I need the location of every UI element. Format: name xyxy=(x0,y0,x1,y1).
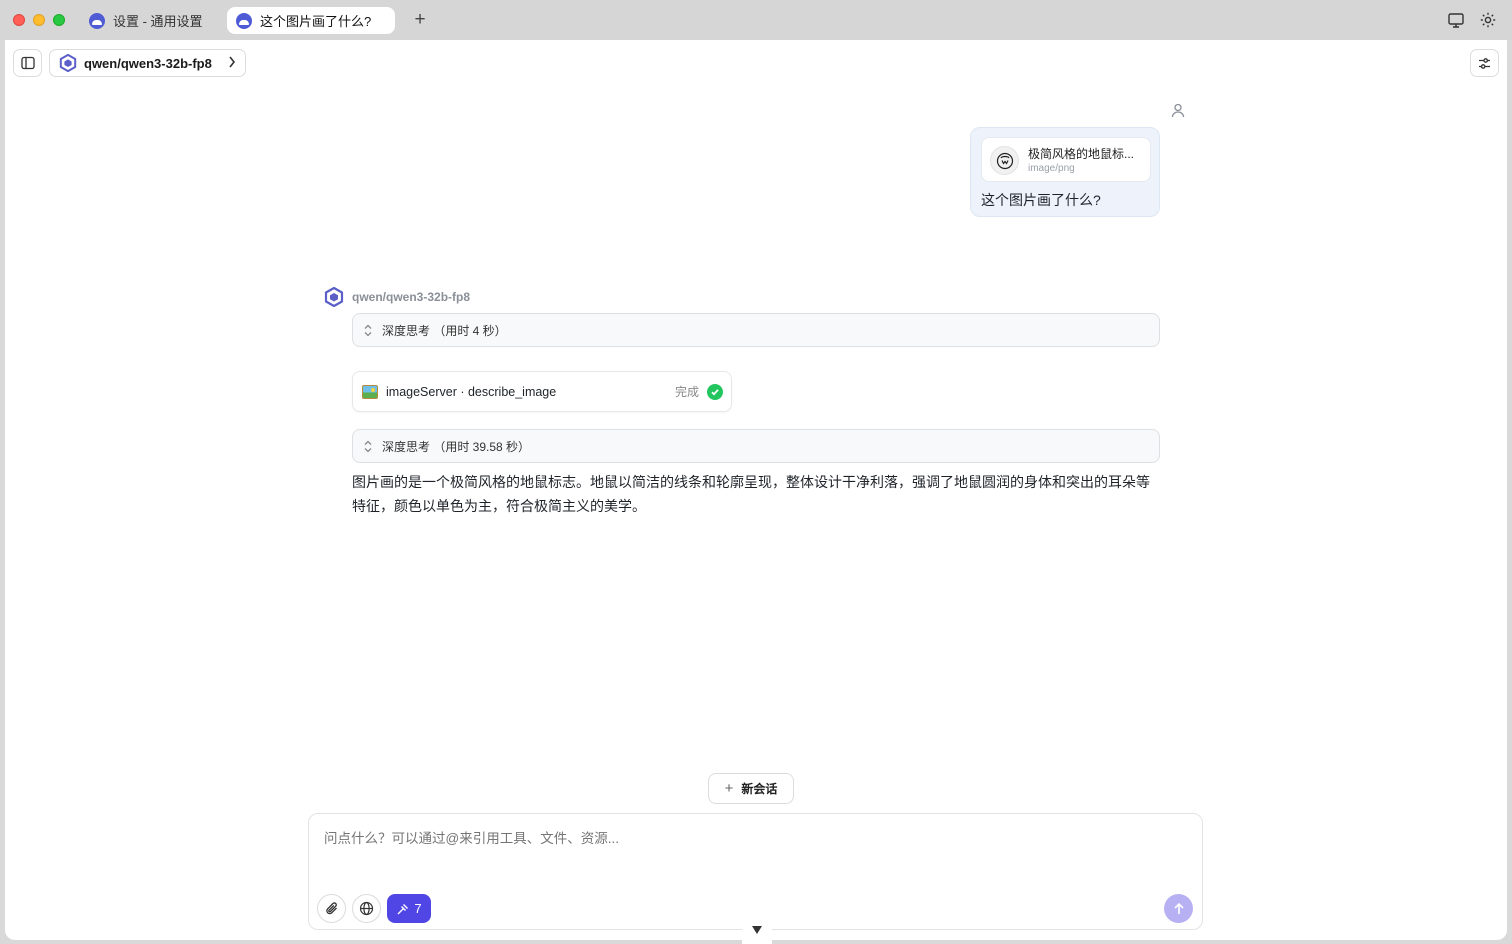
model-selector[interactable]: qwen/qwen3-32b-fp8 xyxy=(49,49,246,77)
app-logo-icon xyxy=(89,12,105,29)
expand-collapse-icon xyxy=(363,324,373,337)
thinking-block-1[interactable]: 深度思考 （用时 4 秒） xyxy=(352,313,1160,347)
attachment-name: 极简风格的地鼠标... xyxy=(1028,147,1135,161)
arrow-up-icon xyxy=(1173,902,1184,914)
new-chat-button[interactable]: + 新会话 xyxy=(708,773,794,804)
minimize-window-button[interactable] xyxy=(33,14,45,26)
model-name: qwen/qwen3-32b-fp8 xyxy=(84,55,212,71)
sliders-icon xyxy=(1479,57,1490,69)
send-button[interactable] xyxy=(1164,894,1193,923)
app-logo-icon xyxy=(236,12,252,29)
attachment-type: image/png xyxy=(1028,163,1075,174)
message-input[interactable] xyxy=(324,831,1164,846)
tab-current-chat[interactable]: 这个图片画了什么? xyxy=(227,7,395,34)
tool-call-card[interactable]: imageServer · describe_image 完成 xyxy=(352,371,732,412)
assistant-avatar xyxy=(324,286,344,308)
user-message-bubble: 极简风格的地鼠标... image/png 这个图片画了什么? xyxy=(970,127,1160,217)
tools-count: 7 xyxy=(414,901,422,916)
close-window-button[interactable] xyxy=(13,14,25,26)
qwen-logo-icon xyxy=(59,54,77,72)
chat-settings-button[interactable] xyxy=(1470,49,1499,77)
title-bar: 设置 - 通用设置 这个图片画了什么? + xyxy=(0,0,1512,40)
assistant-model-name: qwen/qwen3-32b-fp8 xyxy=(352,290,471,304)
image-tool-icon xyxy=(362,384,378,399)
assistant-answer-text: 图片画的是一个极简风格的地鼠标志。地鼠以简洁的线条和轮廓呈现，整体设计干净利落，… xyxy=(352,474,1150,514)
plus-icon: + xyxy=(724,780,734,797)
gopher-logo-icon xyxy=(996,152,1013,169)
globe-icon xyxy=(359,901,374,916)
new-chat-label: 新会话 xyxy=(741,782,778,796)
new-tab-button[interactable]: + xyxy=(410,9,430,31)
sidebar-toggle-button[interactable] xyxy=(13,49,42,77)
tab-label: 这个图片画了什么? xyxy=(260,14,372,29)
monitor-icon[interactable] xyxy=(1447,11,1465,29)
tab-settings[interactable]: 设置 - 通用设置 xyxy=(80,7,222,34)
attach-file-button[interactable] xyxy=(317,894,346,923)
scroll-to-bottom-button[interactable] xyxy=(742,920,772,944)
chevron-right-icon xyxy=(228,55,236,71)
image-thumbnail xyxy=(990,146,1019,175)
thinking-label: 深度思考 （用时 39.58 秒） xyxy=(382,439,531,454)
web-search-button[interactable] xyxy=(352,894,381,923)
sidebar-icon xyxy=(20,56,35,70)
tool-call-name: imageServer · describe_image xyxy=(386,384,557,399)
image-attachment[interactable]: 极简风格的地鼠标... image/png xyxy=(981,137,1151,182)
expand-collapse-icon xyxy=(363,440,373,453)
user-message-text: 这个图片画了什么? xyxy=(981,192,1101,208)
thinking-label: 深度思考 （用时 4 秒） xyxy=(382,323,507,338)
paperclip-icon xyxy=(325,902,337,915)
chevron-down-icon xyxy=(752,926,762,934)
message-composer: 7 xyxy=(308,813,1203,930)
qwen-logo-icon xyxy=(324,286,344,308)
check-circle-icon xyxy=(707,383,723,400)
tool-call-status: 完成 xyxy=(674,385,699,399)
gear-icon[interactable] xyxy=(1479,11,1497,29)
user-avatar-icon xyxy=(1170,102,1186,118)
chat-window: qwen/qwen3-32b-fp8 极简风格的地鼠标... image/png… xyxy=(5,40,1507,944)
maximize-window-button[interactable] xyxy=(53,14,65,26)
thinking-block-2[interactable]: 深度思考 （用时 39.58 秒） xyxy=(352,429,1160,463)
hammer-icon xyxy=(397,903,409,914)
tab-label: 设置 - 通用设置 xyxy=(113,14,203,29)
tools-button[interactable]: 7 xyxy=(387,894,431,923)
